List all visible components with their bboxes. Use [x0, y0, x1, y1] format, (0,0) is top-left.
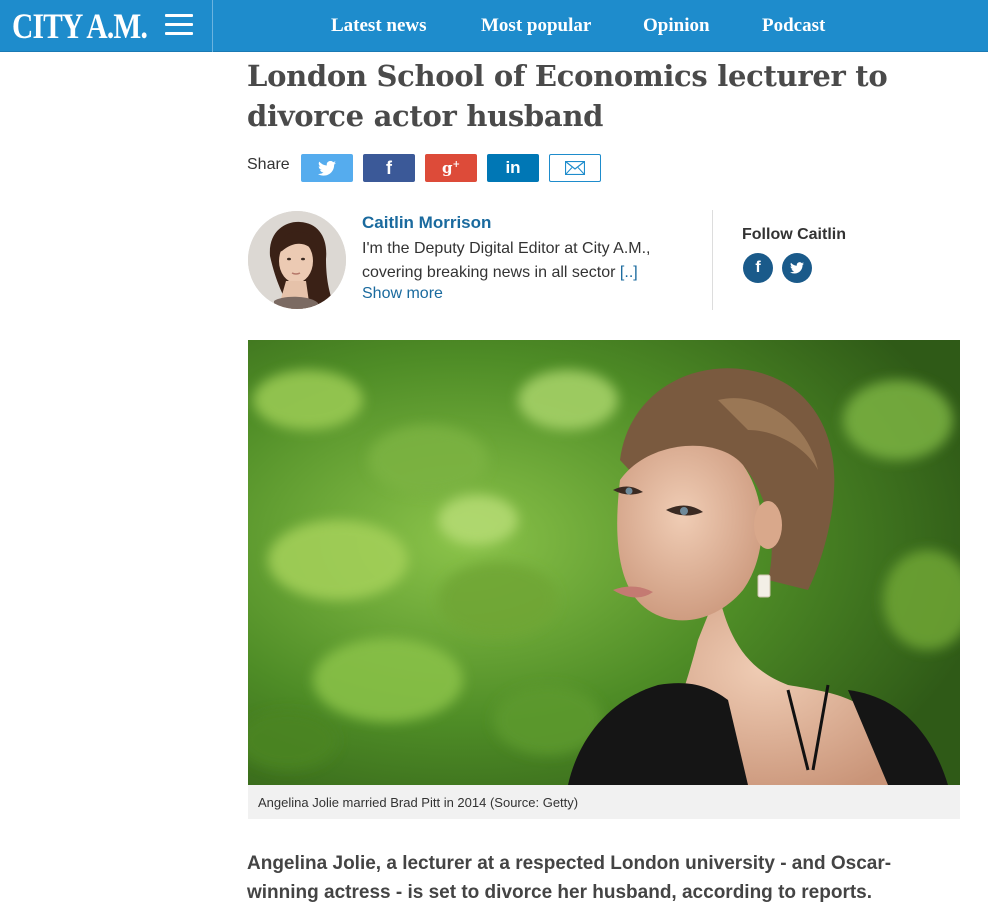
- google-plus-icon: g+: [441, 159, 461, 177]
- author-avatar[interactable]: [248, 211, 346, 309]
- share-facebook-button[interactable]: f: [363, 154, 415, 182]
- top-navigation-bar: CITY A.M. Latest news Most popular Opini…: [0, 0, 988, 52]
- share-email-button[interactable]: [549, 154, 601, 182]
- city-am-logo[interactable]: CITY A.M.: [12, 6, 148, 46]
- follow-label: Follow Caitlin: [742, 226, 846, 243]
- menu-icon[interactable]: [165, 14, 193, 36]
- linkedin-icon: in: [505, 158, 521, 177]
- nav-opinion[interactable]: Opinion: [643, 15, 710, 37]
- article-hero-image[interactable]: [248, 340, 960, 785]
- facebook-icon: f: [755, 259, 761, 276]
- image-caption: Angelina Jolie married Brad Pitt in 2014…: [248, 785, 960, 819]
- divider: [712, 210, 713, 310]
- logo-area: CITY A.M.: [0, 0, 213, 52]
- author-bio: I'm the Deputy Digital Editor at City A.…: [362, 237, 692, 285]
- article-intro: Angelina Jolie, a lecturer at a respecte…: [247, 853, 892, 903]
- nav-latest-news[interactable]: Latest news: [331, 15, 427, 37]
- show-more-link[interactable]: Show more: [362, 285, 443, 303]
- twitter-icon: [790, 262, 804, 274]
- follow-twitter-button[interactable]: [782, 253, 812, 283]
- nav-podcast[interactable]: Podcast: [762, 15, 825, 37]
- author-name[interactable]: Caitlin Morrison: [362, 213, 491, 233]
- author-bio-more-link[interactable]: [..]: [620, 264, 638, 281]
- facebook-icon: f: [386, 157, 392, 178]
- email-icon: [565, 161, 585, 175]
- share-label: Share: [247, 156, 290, 173]
- share-google-plus-button[interactable]: g+: [425, 154, 477, 182]
- share-twitter-button[interactable]: [301, 154, 353, 182]
- share-linkedin-button[interactable]: in: [487, 154, 539, 182]
- nav-most-popular[interactable]: Most popular: [481, 15, 591, 37]
- author-bio-text: I'm the Deputy Digital Editor at City A.…: [362, 240, 651, 281]
- twitter-icon: [318, 160, 336, 176]
- article-headline: London School of Economics lecturer to d…: [247, 59, 888, 133]
- follow-facebook-button[interactable]: f: [743, 253, 773, 283]
